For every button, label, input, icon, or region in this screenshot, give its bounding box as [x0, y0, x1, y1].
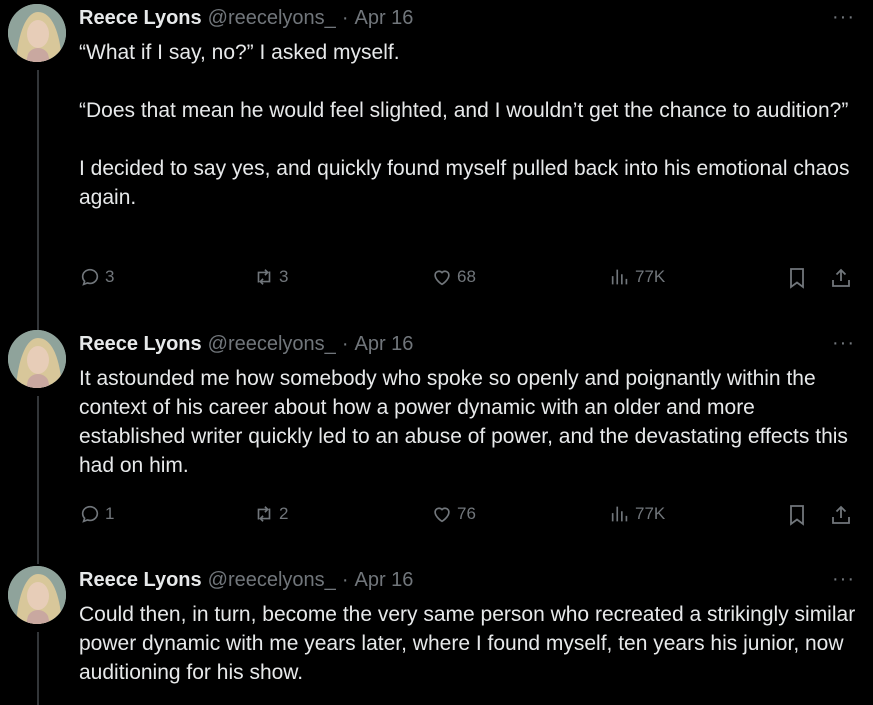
share-button[interactable] — [829, 266, 853, 295]
user-handle[interactable]: @reecelyons_ — [208, 7, 336, 30]
repost-icon — [257, 506, 271, 522]
bookmark-button[interactable] — [785, 266, 809, 295]
separator-dot: · — [341, 332, 349, 355]
views-count: 77K — [635, 267, 666, 286]
avatar[interactable] — [8, 330, 66, 388]
like-button[interactable]: 68 — [431, 266, 476, 288]
views-button[interactable]: 77K — [609, 503, 665, 525]
more-options-icon[interactable]: ··· — [832, 6, 855, 29]
like-button[interactable]: 76 — [431, 503, 476, 525]
user-handle[interactable]: @reecelyons_ — [208, 333, 336, 356]
tweet[interactable]: Reece Lyons @reecelyons_ · Apr 16 ··· “W… — [0, 0, 873, 322]
tweet-paragraph: “What if I say, no?” I asked myself. — [79, 41, 400, 64]
separator-dot: · — [341, 568, 349, 591]
tweet-text: Could then, in turn, become the very sam… — [79, 600, 859, 687]
tweet-paragraph: “Does that mean he would feel slighted, … — [79, 99, 849, 122]
tweet-header: Reece Lyons @reecelyons_ · Apr 16 — [79, 331, 413, 357]
more-options-icon[interactable]: ··· — [832, 332, 855, 355]
display-name[interactable]: Reece Lyons — [79, 569, 202, 592]
views-icon — [611, 506, 628, 522]
views-icon — [611, 269, 628, 285]
tweet-text: “What if I say, no?” I asked myself. “Do… — [79, 38, 859, 212]
user-handle[interactable]: @reecelyons_ — [208, 569, 336, 592]
repost-count: 2 — [279, 504, 289, 523]
tweet-paragraph: I decided to say yes, and quickly found … — [79, 157, 850, 209]
more-options-icon[interactable]: ··· — [832, 568, 855, 591]
like-count: 76 — [457, 504, 476, 523]
reply-count: 3 — [105, 267, 115, 286]
tweet-header: Reece Lyons @reecelyons_ · Apr 16 — [79, 567, 413, 593]
display-name[interactable]: Reece Lyons — [79, 7, 202, 30]
tweet[interactable]: Reece Lyons @reecelyons_ · Apr 16 ··· It… — [0, 326, 873, 562]
tweet-header: Reece Lyons @reecelyons_ · Apr 16 — [79, 5, 413, 31]
views-count: 77K — [635, 504, 666, 523]
repost-button[interactable]: 3 — [253, 266, 288, 288]
share-button[interactable] — [829, 503, 853, 532]
heart-icon — [434, 507, 450, 523]
bookmark-icon — [790, 268, 804, 289]
bookmark-icon — [790, 505, 804, 526]
tweet-date[interactable]: Apr 16 — [354, 333, 413, 356]
display-name[interactable]: Reece Lyons — [79, 333, 202, 356]
tweet-date[interactable]: Apr 16 — [354, 7, 413, 30]
repost-count: 3 — [279, 267, 289, 286]
bookmark-button[interactable] — [785, 503, 809, 532]
tweet-actions: 3 3 68 77K — [79, 264, 859, 294]
share-icon — [832, 268, 850, 287]
reply-button[interactable]: 3 — [79, 266, 114, 288]
tweet-date[interactable]: Apr 16 — [354, 569, 413, 592]
avatar[interactable] — [8, 566, 66, 624]
tweet-text: It astounded me how somebody who spoke s… — [79, 364, 859, 480]
reply-icon — [81, 268, 99, 286]
repost-button[interactable]: 2 — [253, 503, 288, 525]
reply-icon — [81, 505, 99, 523]
avatar[interactable] — [8, 4, 66, 62]
reply-button[interactable]: 1 — [79, 503, 114, 525]
reply-count: 1 — [105, 504, 115, 523]
tweet-paragraph: Could then, in turn, become the very sam… — [79, 603, 856, 684]
tweet[interactable]: Reece Lyons @reecelyons_ · Apr 16 ··· Co… — [0, 562, 873, 705]
views-button[interactable]: 77K — [609, 266, 665, 288]
separator-dot: · — [341, 6, 349, 29]
share-icon — [832, 505, 850, 524]
tweet-paragraph: It astounded me how somebody who spoke s… — [79, 367, 848, 477]
heart-icon — [434, 270, 450, 286]
repost-icon — [257, 269, 271, 285]
like-count: 68 — [457, 267, 476, 286]
tweet-actions: 1 2 76 77K — [79, 501, 859, 531]
